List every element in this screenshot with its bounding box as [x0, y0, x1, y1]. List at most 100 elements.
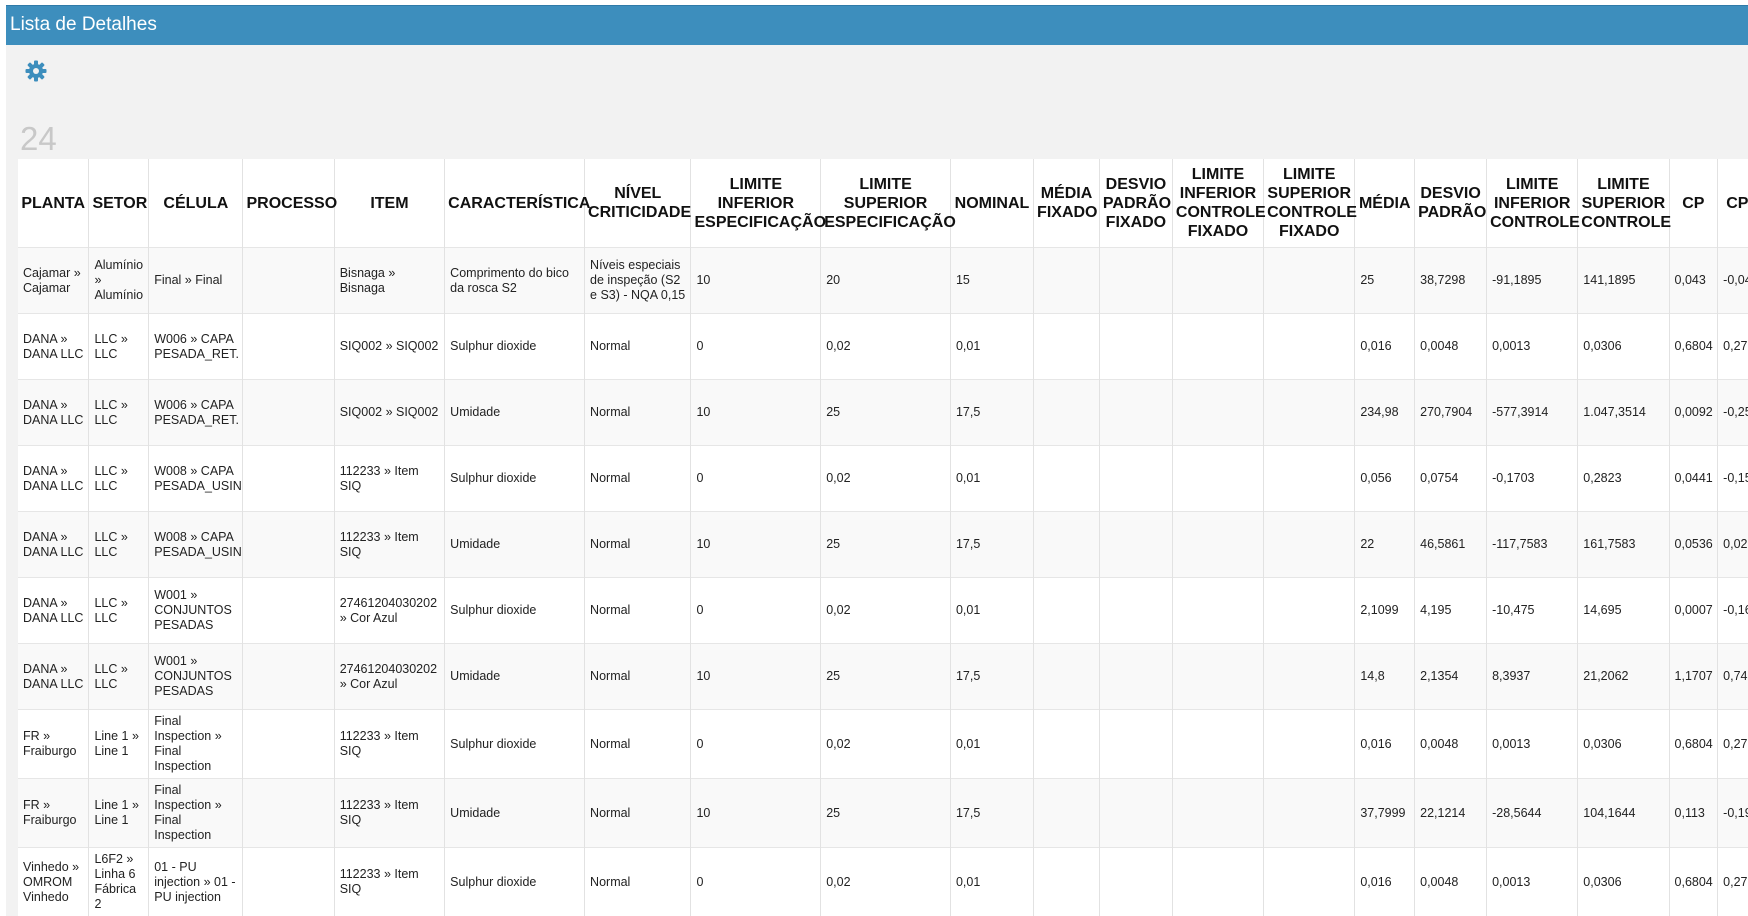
table-cell: 0 — [690, 577, 822, 644]
table-cell — [242, 511, 335, 578]
table-cell — [1172, 709, 1265, 779]
column-header[interactable]: LIMITE SUPERIOR ESPECIFICAÇÃO — [820, 159, 956, 248]
details-table-container: PLANTA SETOR CÉLULA PROCESSO ITEM CARACTERÍST… — [18, 159, 1748, 916]
table-cell — [1172, 778, 1265, 848]
title-bar: Lista de Detalhes — [6, 5, 1748, 45]
table-cell: 0,6804 — [1669, 847, 1719, 916]
table-cell: -0,1928 — [1717, 778, 1748, 848]
table-cell: 0,01 — [950, 709, 1035, 779]
table-row[interactable]: FR » Fraiburgo Line 1 » Line 1 Final Inspe… — [18, 778, 1748, 848]
table-cell — [1263, 445, 1356, 512]
table-row[interactable]: Cajamar » Cajamar Alumínio » Alumínio Fina… — [18, 247, 1748, 314]
column-header[interactable]: LIMITE SUPERIOR CONTROLE — [1577, 159, 1671, 248]
table-cell: 0,2721 — [1717, 313, 1748, 380]
column-header[interactable]: CP — [1669, 159, 1719, 248]
table-cell: W001 » CONJUNTOS PESADAS — [148, 643, 244, 710]
column-header[interactable]: NOMINAL — [950, 159, 1035, 248]
table-cell — [242, 445, 335, 512]
column-header[interactable]: ITEM — [334, 159, 446, 248]
table-cell: 0,0048 — [1414, 847, 1488, 916]
table-cell: 8,3937 — [1486, 643, 1579, 710]
table-cell: 0,0013 — [1486, 847, 1579, 916]
table-cell: -577,3914 — [1486, 379, 1579, 446]
column-header[interactable]: PLANTA — [18, 159, 90, 248]
table-cell: 0,2721 — [1717, 709, 1748, 779]
table-row[interactable]: Vinhedo » OMROM Vinhedo L6F2 » Linha 6 Fá… — [18, 847, 1748, 916]
table-header-row: PLANTA SETOR CÉLULA PROCESSO ITEM CARACTERÍST… — [18, 159, 1748, 248]
column-header[interactable]: LIMITE INFERIOR CONTROLE — [1486, 159, 1580, 248]
table-cell: Sulphur dioxide — [444, 709, 586, 779]
table-cell: Normal — [584, 445, 692, 512]
table-cell: -0,166 — [1717, 577, 1748, 644]
table-cell: 15 — [950, 247, 1035, 314]
column-header[interactable]: LIMITE INFERIOR CONTROLE FIXADO — [1172, 159, 1266, 248]
table-row[interactable]: FR » Fraiburgo Line 1 » Line 1 Final Inspe… — [18, 709, 1748, 779]
table-body: Cajamar » Cajamar Alumínio » Alumínio Fina… — [18, 247, 1748, 916]
table-cell: 0 — [690, 445, 822, 512]
column-header[interactable]: MÉDIA FIXADO — [1033, 159, 1100, 248]
table-cell: 17,5 — [950, 379, 1035, 446]
table-cell — [1033, 709, 1100, 779]
table-cell: LLC » LLC — [88, 577, 150, 644]
table-cell — [1033, 379, 1100, 446]
column-header[interactable]: PROCESSO — [242, 159, 337, 248]
table-row[interactable]: DANA » DANA LLC LLC » LLC W006 » CAPA PESA… — [18, 313, 1748, 380]
table-cell: 10 — [690, 511, 822, 578]
table-cell: Normal — [584, 778, 692, 848]
table-cell: 17,5 — [950, 643, 1035, 710]
table-row[interactable]: DANA » DANA LLC LLC » LLC W008 » CAPA PESA… — [18, 511, 1748, 578]
table-cell: 112233 » Item SIQ — [334, 778, 446, 848]
table-cell: 14,695 — [1577, 577, 1670, 644]
table-cell: -0,2584 — [1717, 379, 1748, 446]
table-cell: LLC » LLC — [88, 511, 150, 578]
content-panel: 24 PLANTA SETOR CÉLULA PROCESSO ITEM CARACTER… — [6, 45, 1748, 916]
column-header[interactable]: NÍVEL CRITICIDADE — [584, 159, 692, 248]
gear-icon[interactable] — [24, 59, 48, 83]
column-header[interactable]: SETOR — [88, 159, 150, 248]
table-cell: 0,0441 — [1669, 445, 1719, 512]
column-header[interactable]: LIMITE SUPERIOR CONTROLE FIXADO — [1263, 159, 1357, 248]
table-cell: 0,0048 — [1414, 709, 1488, 779]
table-cell — [1033, 778, 1100, 848]
table-cell: 20 — [820, 247, 951, 314]
table-cell: 0,0536 — [1669, 511, 1719, 578]
column-header[interactable]: CÉLULA — [148, 159, 244, 248]
table-cell: 0,0013 — [1486, 313, 1579, 380]
table-cell: 0,056 — [1354, 445, 1416, 512]
table-cell: 01 - PU injection » 01 - PU injection — [148, 847, 244, 916]
table-row[interactable]: DANA » DANA LLC LLC » LLC W001 » CONJUNTOS… — [18, 643, 1748, 710]
column-header[interactable]: CARACTERÍSTICA — [444, 159, 590, 248]
table-cell: Normal — [584, 643, 692, 710]
table-cell: 37,7999 — [1354, 778, 1416, 848]
column-header[interactable]: MÉDIA — [1354, 159, 1416, 248]
column-header[interactable]: CPK — [1717, 159, 1748, 248]
window-title: Lista de Detalhes — [10, 14, 157, 35]
table-cell — [1263, 643, 1356, 710]
table-cell — [242, 247, 335, 314]
column-header[interactable]: DESVIO PADRÃO FIXADO — [1099, 159, 1173, 248]
table-cell: 38,7298 — [1414, 247, 1488, 314]
table-cell: Sulphur dioxide — [444, 577, 586, 644]
table-row[interactable]: DANA » DANA LLC LLC » LLC W006 » CAPA PESA… — [18, 379, 1748, 446]
table-cell — [242, 313, 335, 380]
table-cell: -28,5644 — [1486, 778, 1579, 848]
table-cell — [1172, 643, 1265, 710]
table-row[interactable]: DANA » DANA LLC LLC » LLC W001 » CONJUNTOS… — [18, 577, 1748, 644]
table-cell: Line 1 » Line 1 — [88, 778, 150, 848]
table-cell: 0,016 — [1354, 709, 1416, 779]
table-cell: 0,2823 — [1577, 445, 1670, 512]
table-cell: 10 — [690, 643, 822, 710]
table-cell: -0,043 — [1717, 247, 1748, 314]
table-cell: 17,5 — [950, 511, 1035, 578]
details-window: Lista de Detalhes 24 PLANTA SETOR CÉLULA… — [0, 0, 1748, 916]
table-row[interactable]: DANA » DANA LLC LLC » LLC W008 » CAPA PESA… — [18, 445, 1748, 512]
table-cell — [1033, 445, 1100, 512]
table-cell: DANA » DANA LLC — [18, 379, 90, 446]
column-header[interactable]: DESVIO PADRÃO — [1414, 159, 1488, 248]
table-cell: W006 » CAPA PESADA_RET. — [148, 379, 244, 446]
table-cell: 0,6804 — [1669, 313, 1719, 380]
table-cell: 1,1707 — [1669, 643, 1719, 710]
table-cell — [1263, 313, 1356, 380]
table-cell: LLC » LLC — [88, 445, 150, 512]
column-header[interactable]: LIMITE INFERIOR ESPECIFICAÇÃO — [690, 159, 826, 248]
